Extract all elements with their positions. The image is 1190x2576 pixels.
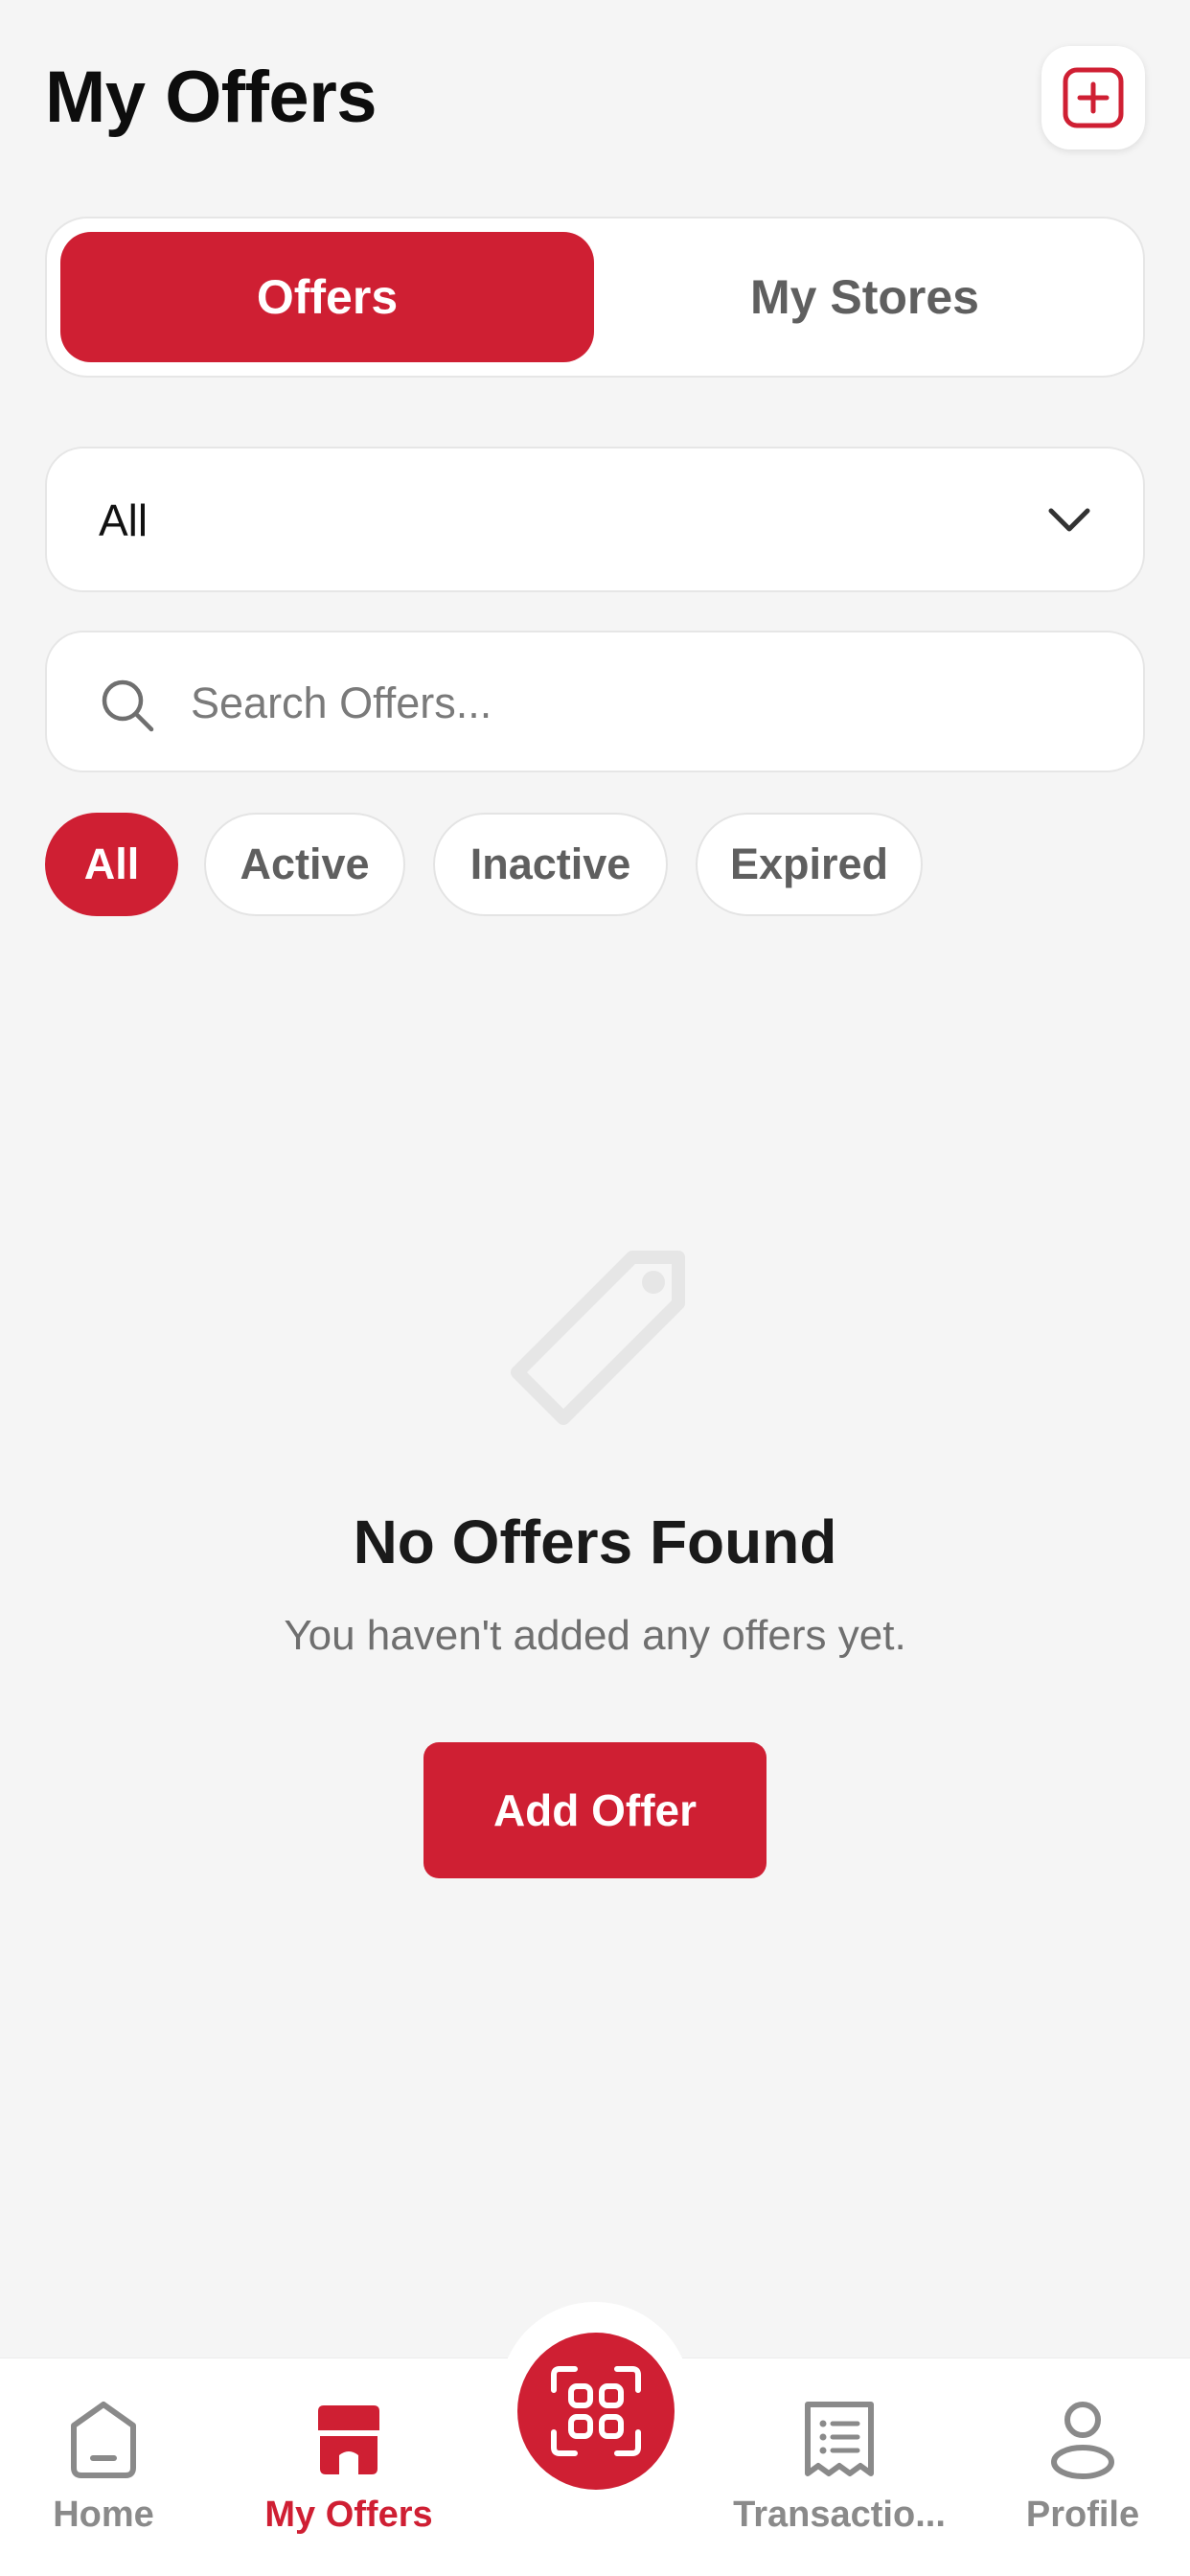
nav-label-home: Home [53, 2495, 154, 2535]
receipt-icon [805, 2402, 874, 2476]
add-offer-button[interactable]: Add Offer [423, 1742, 767, 1878]
chip-expired[interactable]: Expired [696, 813, 923, 916]
nav-item-home[interactable]: Home [0, 2397, 218, 2536]
nav-item-my-offers[interactable]: My Offers [234, 2397, 464, 2536]
search-bar [45, 631, 1145, 772]
search-icon [102, 679, 154, 732]
empty-state-title: No Offers Found [353, 1507, 837, 1576]
nav-label-my-offers: My Offers [264, 2495, 433, 2535]
tab-my-stores[interactable]: My Stores [598, 232, 1132, 362]
store-icon [318, 2405, 379, 2474]
home-icon [71, 2402, 136, 2478]
nav-label-transactions: Transactio... [733, 2495, 946, 2535]
my-offers-screen: My Offers Offers My Stores All All Activ… [0, 0, 1190, 2576]
profile-icon [1051, 2402, 1114, 2479]
nav-label-profile: Profile [1025, 2495, 1140, 2535]
nav-item-profile[interactable]: Profile [968, 2397, 1190, 2536]
chip-inactive[interactable]: Inactive [433, 813, 668, 916]
dropdown-value: All [99, 495, 149, 545]
nav-item-transactions[interactable]: Transactio... [724, 2397, 954, 2536]
filter-dropdown[interactable]: All [45, 447, 1145, 592]
tab-offers[interactable]: Offers [60, 232, 594, 362]
plus-square-icon [1063, 67, 1124, 128]
chip-all[interactable]: All [45, 813, 178, 916]
chip-active[interactable]: Active [204, 813, 405, 916]
qr-scan-icon [551, 2366, 641, 2456]
add-offer-top-button[interactable] [1041, 46, 1145, 150]
tag-icon [511, 1251, 685, 1425]
chevron-down-icon [1048, 508, 1090, 532]
search-input[interactable] [191, 665, 1091, 742]
scan-button[interactable] [517, 2333, 675, 2490]
offers-stores-tabs: Offers My Stores [45, 217, 1145, 378]
page-title: My Offers [45, 57, 378, 138]
empty-state-subtitle: You haven't added any offers yet. [284, 1612, 906, 1659]
header: My Offers [45, 46, 1145, 151]
